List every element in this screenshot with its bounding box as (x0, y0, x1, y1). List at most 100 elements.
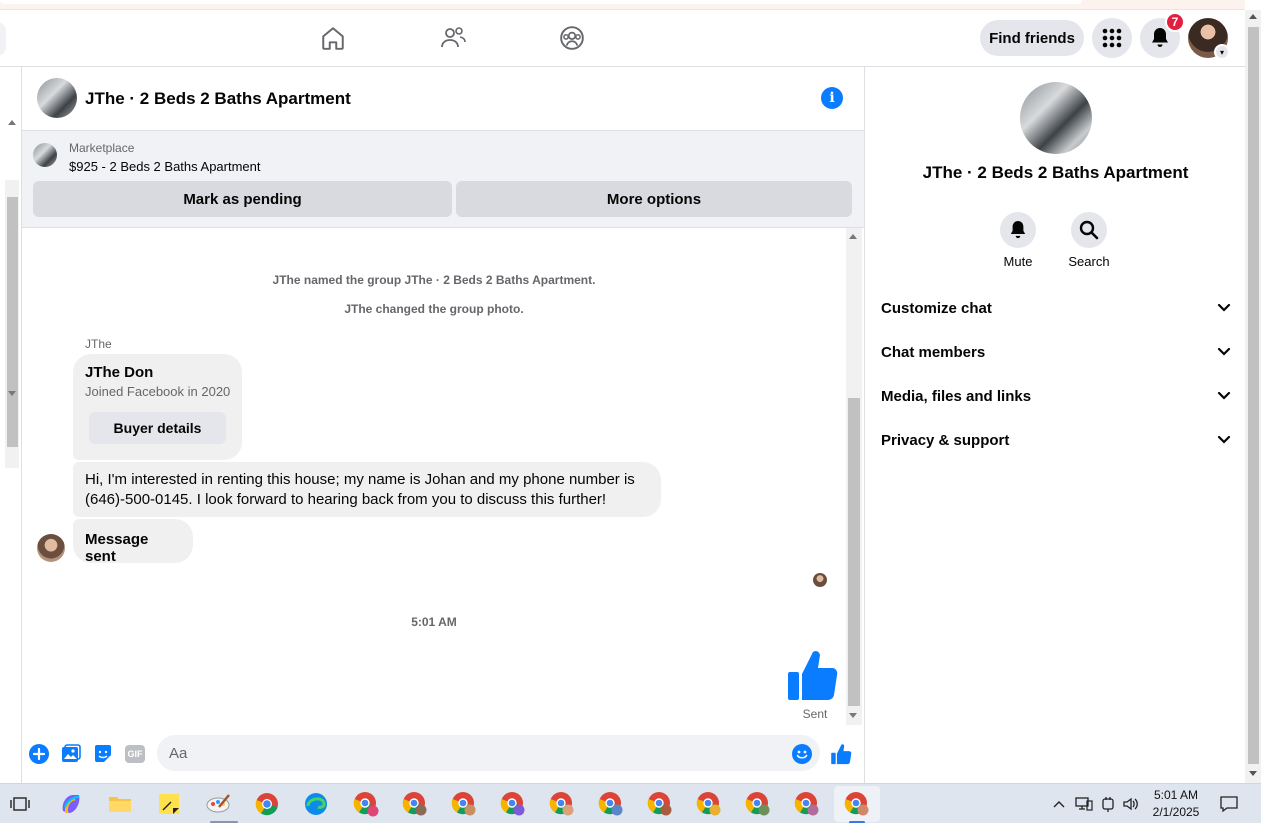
paint-palette-icon (206, 794, 230, 813)
section-label: Customize chat (881, 299, 992, 317)
sticker-icon (95, 745, 111, 762)
show-hidden-icons-button[interactable] (1052, 784, 1066, 823)
mark-as-pending-button[interactable]: Mark as pending (33, 181, 452, 217)
scroll-up-arrow-icon[interactable] (1249, 14, 1257, 19)
listing-price-title[interactable]: $925 - 2 Beds 2 Baths Apartment (69, 159, 261, 174)
buyer-details-button[interactable]: Buyer details (89, 412, 226, 444)
chrome-profile-icon (647, 792, 672, 816)
menu-button[interactable] (1092, 18, 1132, 58)
taskbar-chrome-profile-5[interactable] (544, 788, 580, 820)
thumbs-up-icon (831, 744, 852, 765)
page-scrollbar-thumb[interactable] (1248, 27, 1259, 764)
copilot-icon (62, 795, 80, 814)
system-message: JThe changed the group photo. (344, 302, 524, 316)
scroll-down-arrow-icon[interactable] (849, 713, 857, 718)
taskbar-chrome-profile-7[interactable] (642, 788, 678, 820)
section-media-files-links[interactable]: Media, files and links (881, 381, 1231, 411)
section-chat-members[interactable]: Chat members (881, 337, 1231, 367)
taskbar-edge[interactable] (298, 788, 334, 820)
taskbar-chrome-profile-4[interactable] (495, 788, 531, 820)
messages-scrollbar[interactable] (846, 228, 862, 725)
taskbar-copilot[interactable] (53, 788, 89, 820)
section-customize-chat[interactable]: Customize chat (881, 293, 1231, 323)
messages-scrollbar-thumb[interactable] (848, 398, 860, 706)
send-like-button[interactable] (830, 743, 852, 765)
emoji-button[interactable] (791, 743, 813, 765)
thumbs-up-icon[interactable] (786, 648, 838, 702)
taskbar-chrome-profile-10[interactable] (789, 788, 825, 820)
browser-top-strip (0, 0, 1245, 10)
task-view-button[interactable] (2, 788, 38, 820)
profile-card-name: JThe Don (85, 364, 154, 381)
chevron-down-icon (1217, 303, 1231, 312)
chrome-icon (255, 793, 278, 816)
taskbar-chrome-profile-8[interactable] (691, 788, 727, 820)
message-bubble[interactable]: Message sent (73, 519, 193, 565)
search-box-edge[interactable] (0, 22, 6, 56)
taskbar-chrome-profile-1[interactable] (348, 788, 384, 820)
chrome-profile-icon (745, 792, 770, 816)
volume-tray-button[interactable] (1122, 784, 1140, 823)
notification-center-button[interactable] (1219, 784, 1239, 823)
chrome-profile-icon (353, 792, 379, 817)
mute-button[interactable]: Mute (988, 212, 1048, 269)
search-circle (1071, 212, 1107, 248)
attach-photo-button[interactable] (60, 743, 82, 765)
taskbar-chrome-profile-2[interactable] (397, 788, 433, 820)
chevron-down-icon[interactable]: ▾ (1214, 44, 1230, 60)
scroll-up-arrow-icon[interactable] (849, 234, 857, 239)
message-bubble[interactable]: Hi, I'm interested in renting this house… (73, 462, 661, 517)
left-scrollbar[interactable] (0, 67, 22, 783)
taskbar-chrome-profile-9[interactable] (740, 788, 776, 820)
chevron-up-icon (1053, 801, 1065, 808)
sent-status: Sent (802, 707, 828, 721)
taskbar-clock[interactable]: 5:01 AM 2/1/2025 (1141, 787, 1211, 821)
mute-label: Mute (1003, 254, 1033, 269)
scroll-down-arrow-icon[interactable] (1249, 771, 1257, 776)
friends-nav-button[interactable] (435, 22, 471, 54)
more-options-button[interactable]: More options (456, 181, 852, 217)
gif-icon: GIF (125, 745, 145, 763)
profile-card-joined: Joined Facebook in 2020 (85, 384, 231, 399)
group-photo[interactable] (1020, 82, 1092, 154)
battery-tray-button[interactable] (1100, 784, 1116, 823)
taskbar-file-explorer[interactable] (102, 788, 138, 820)
sender-avatar[interactable] (37, 534, 65, 562)
network-tray-button[interactable] (1075, 784, 1093, 823)
chevron-down-icon (1217, 435, 1231, 444)
add-more-button[interactable] (28, 743, 50, 765)
chrome-profile-icon (402, 792, 427, 816)
plug-icon (1102, 797, 1114, 812)
taskbar-chrome[interactable] (249, 788, 285, 820)
groups-nav-button[interactable] (554, 22, 590, 54)
taskbar-chrome-profile-6[interactable] (593, 788, 629, 820)
scroll-down-arrow-icon[interactable] (8, 391, 16, 396)
find-friends-button[interactable]: Find friends (980, 20, 1084, 56)
search-conversation-button[interactable]: Search (1059, 212, 1119, 269)
gif-button[interactable]: GIF (124, 743, 146, 765)
message-input[interactable] (157, 735, 820, 771)
taskbar-chrome-profile-active[interactable] (834, 786, 880, 822)
info-icon[interactable]: i (821, 87, 843, 109)
section-privacy-support[interactable]: Privacy & support (881, 425, 1231, 455)
taskbar-sticky-notes[interactable] (151, 788, 187, 820)
sender-name: JThe (85, 337, 112, 351)
chat-bubble-icon (1220, 796, 1238, 813)
chat-title[interactable]: JThe · 2 Beds 2 Baths Apartment (85, 89, 351, 109)
chrome-profile-icon (696, 792, 721, 816)
left-scrollbar-thumb[interactable] (7, 197, 18, 447)
chevron-down-icon (1217, 347, 1231, 356)
emoji-icon (792, 744, 812, 764)
friends-icon (441, 27, 466, 48)
taskbar-paint[interactable] (200, 788, 236, 820)
chrome-profile-icon (844, 792, 869, 816)
speaker-icon (1123, 797, 1138, 811)
chat-avatar[interactable] (37, 78, 77, 118)
page-scrollbar[interactable] (1245, 10, 1261, 783)
listing-thumbnail[interactable] (33, 143, 57, 167)
photo-icon (62, 744, 81, 762)
sticker-button[interactable] (92, 743, 114, 765)
taskbar-chrome-profile-3[interactable] (446, 788, 482, 820)
home-nav-button[interactable] (315, 22, 351, 54)
scroll-up-arrow-icon[interactable] (8, 120, 16, 125)
